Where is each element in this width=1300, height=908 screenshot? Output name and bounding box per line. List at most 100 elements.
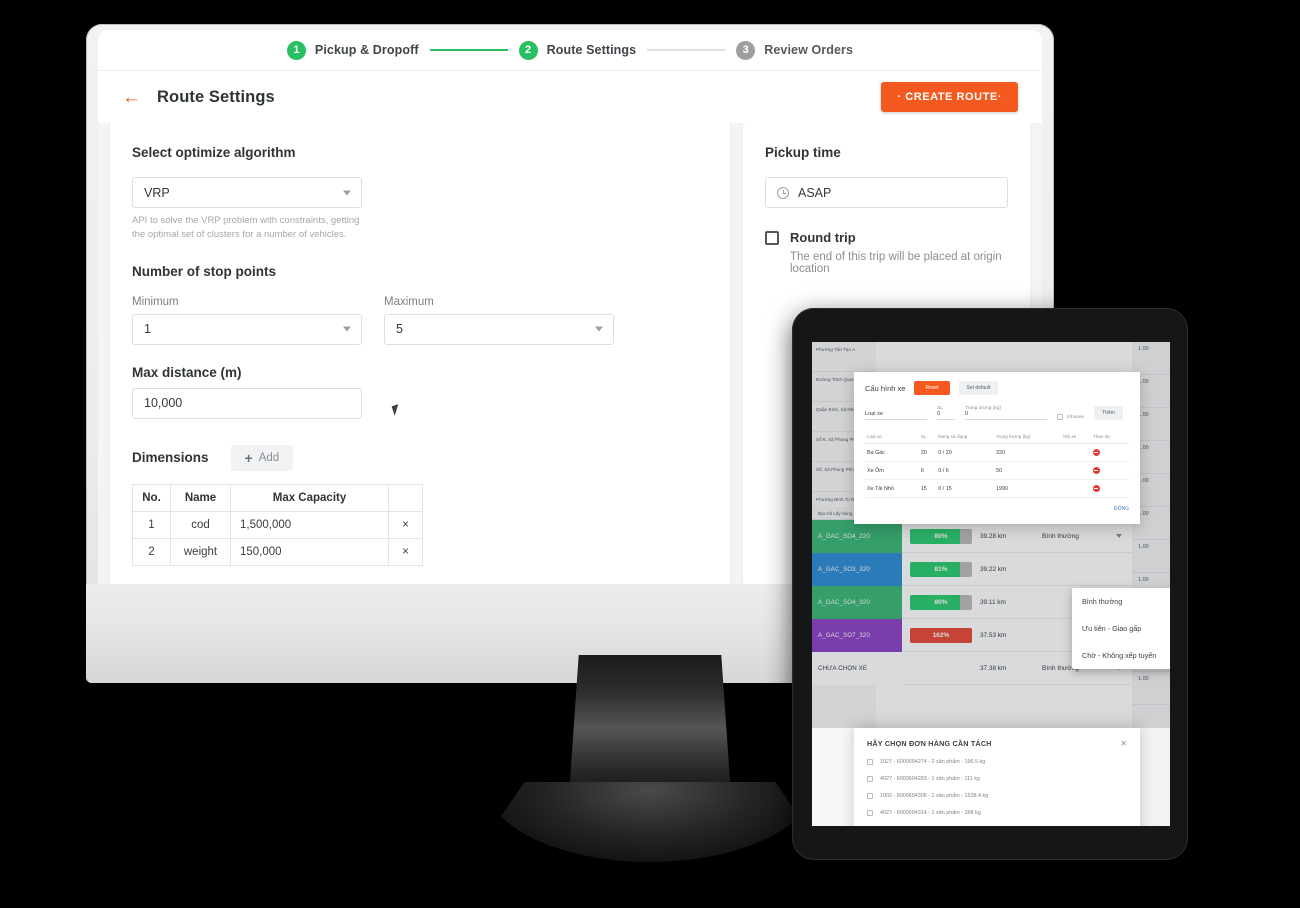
menu-item-binh-thuong[interactable]: Bình thường [1072, 588, 1170, 615]
priority-dropdown-menu: Bình thường Ưu tiên - Giao gấp Chờ - Khô… [1072, 588, 1170, 669]
menu-item-cho[interactable]: Chờ - Không xếp tuyến [1072, 642, 1170, 669]
row-2-no: 2 [132, 537, 171, 566]
veh-using: 0 / 15 [936, 479, 994, 498]
col-no-header: No. [132, 483, 171, 512]
veh-action[interactable] [1090, 443, 1129, 462]
step-1-label: Pickup & Dropoff [314, 43, 419, 57]
step-1-badge: 1 [286, 40, 306, 60]
list-item[interactable]: 1002 - 6000694306 - 1 sản phẩm - 1538.4 … [867, 793, 1127, 799]
step-connector-2 [647, 49, 726, 51]
algorithm-field: VRP API to solve the VRP problem with co… [132, 177, 362, 242]
pickup-time-input[interactable]: ASAP [765, 177, 1008, 208]
tablet-device: Phường Tân Tạo A Đường Trịnh Quang Nghị … [792, 308, 1188, 860]
step-3-label: Review Orders [764, 43, 854, 57]
veh-col-weight: Trọng lượng (kg) [994, 430, 1062, 444]
veh-col-inhouse: Nội xe [1061, 430, 1091, 444]
order-label: 4027 - 6000694314 - 1 sản phẩm - 268 kg [880, 810, 981, 816]
order-checkbox[interactable] [867, 776, 873, 782]
remove-icon[interactable] [1092, 485, 1100, 492]
dimensions-title: Dimensions [132, 450, 209, 466]
col-name-header: Name [170, 483, 231, 512]
arrow-left-icon[interactable]: ← [122, 88, 141, 107]
list-item[interactable]: 4027 - 6000694283 - 1 sản phẩm - 111 kg [867, 776, 1127, 782]
table-row: 2 weight 150,000 × [132, 537, 423, 566]
inhouse-checkbox-row[interactable]: Inhouse [1057, 414, 1084, 420]
remove-icon[interactable] [1092, 449, 1100, 456]
order-label: 1027 - 6000694274 - 2 sản phẩm - 196.5 k… [880, 759, 986, 765]
round-trip-label: Round trip [790, 230, 856, 245]
add-dimension-button[interactable]: + Add [230, 444, 294, 471]
order-label: 4027 - 6000694283 - 1 sản phẩm - 111 kg [880, 776, 980, 782]
step-2-label: Route Settings [546, 43, 637, 57]
inhouse-checkbox[interactable] [1057, 414, 1063, 420]
mouse-cursor [391, 404, 402, 416]
veh-qty: 6 [918, 461, 937, 480]
menu-item-uu-tien[interactable]: Ưu tiên - Giao gấp [1072, 615, 1170, 642]
list-item[interactable]: 4027 - 6000694314 - 1 sản phẩm - 268 kg [867, 810, 1127, 816]
plus-icon: + [244, 449, 253, 466]
max-distance-label: Max distance (m) [132, 364, 242, 380]
create-route-button[interactable]: · CREATE ROUTE· [881, 82, 1018, 112]
add-vehicle-button[interactable]: Thêm [1094, 406, 1123, 420]
row-1-no: 1 [132, 510, 171, 539]
veh-inhouse [1061, 461, 1091, 480]
row-2-capacity: 150,000 [230, 537, 389, 566]
remove-icon[interactable] [1092, 467, 1100, 474]
table-row: 1 cod 1,500,000 × [132, 510, 423, 539]
pickup-time-title: Pickup time [765, 145, 841, 160]
round-trip-hint: The end of this trip will be placed at o… [790, 251, 1002, 275]
algorithm-select[interactable]: VRP [132, 177, 362, 208]
vehicle-qty-field[interactable]: SL 0 [937, 406, 955, 420]
vehicle-type-field[interactable]: Loại xe [865, 411, 927, 420]
step-pickup-dropoff[interactable]: 1 Pickup & Dropoff [286, 40, 419, 60]
order-checkbox[interactable] [867, 793, 873, 799]
veh-weight: 50 [994, 461, 1062, 480]
close-dialog-button[interactable]: ĐÓNG [865, 506, 1129, 512]
order-checkbox[interactable] [867, 759, 873, 765]
veh-qty: 20 [918, 443, 937, 462]
close-icon[interactable]: ✕ [1120, 739, 1127, 748]
dimensions-table: No. Name Max Capacity 1 cod 1,500,000 × … [132, 483, 423, 566]
round-trip-checkbox[interactable] [765, 231, 779, 245]
algorithm-select-value: VRP [144, 185, 170, 200]
monitor-foot [485, 782, 815, 862]
split-orders-title: HÃY CHỌN ĐƠN HÀNG CẦN TÁCH [867, 739, 992, 748]
stop-points-title: Number of stop points [132, 263, 276, 279]
screenshot-stage: 1 Pickup & Dropoff 2 Route Settings 3 Re… [0, 0, 1300, 908]
vehicle-weight-value: 0 [965, 411, 1047, 420]
vehicle-table: Loại xe SL Đang sử dụng Trọng lượng (kg)… [865, 430, 1129, 498]
order-checkbox[interactable] [867, 810, 873, 816]
veh-col-action: Thao tác [1090, 430, 1129, 444]
page-titlebar: ← Route Settings · CREATE ROUTE· [98, 71, 1042, 123]
order-label: 1002 - 6000694306 - 1 sản phẩm - 1538.4 … [880, 793, 989, 799]
inhouse-label: Inhouse [1067, 414, 1085, 420]
maximum-select[interactable]: 5 [384, 313, 614, 345]
clock-icon [777, 186, 789, 199]
row-1-name: cod [170, 510, 231, 539]
table-header-row: No. Name Max Capacity [132, 483, 423, 512]
row-2-remove-icon[interactable]: × [388, 537, 423, 566]
step-route-settings[interactable]: 2 Route Settings [518, 40, 637, 60]
vehicle-weight-field[interactable]: Trọng lượng (kg) 0 [965, 406, 1047, 420]
veh-action[interactable] [1090, 479, 1129, 498]
list-item[interactable]: 1027 - 6000694274 - 2 sản phẩm - 196.5 k… [867, 759, 1127, 765]
step-review-orders[interactable]: 3 Review Orders [736, 40, 854, 60]
split-orders-dialog: HÃY CHỌN ĐƠN HÀNG CẦN TÁCH ✕ 1027 - 6000… [854, 728, 1140, 826]
reset-button[interactable]: Reset [914, 381, 950, 395]
minimum-label: Minimum [132, 295, 179, 308]
optimize-settings-card: Select optimize algorithm VRP API to sol… [110, 123, 730, 584]
maximum-field: Maximum 5 [384, 296, 614, 345]
row-1-remove-icon[interactable]: × [388, 510, 423, 539]
max-distance-value: 10,000 [144, 396, 183, 411]
veh-type: Xe Ôm [865, 461, 919, 480]
max-distance-input[interactable]: 10,000 [132, 387, 362, 419]
round-trip-texts: Round trip The end of this trip will be … [790, 230, 1008, 275]
row-1-capacity: 1,500,000 [230, 510, 389, 539]
veh-action[interactable] [1090, 461, 1129, 480]
minimum-select[interactable]: 1 [132, 313, 362, 345]
veh-inhouse [1061, 443, 1091, 462]
maximum-label: Maximum [384, 295, 434, 308]
set-default-button[interactable]: Set default [958, 381, 999, 395]
vehicle-config-form: Loại xe SL 0 Trọng lượng (kg) 0 Inhouse … [865, 406, 1129, 420]
veh-col-type: Loại xe [865, 430, 919, 444]
